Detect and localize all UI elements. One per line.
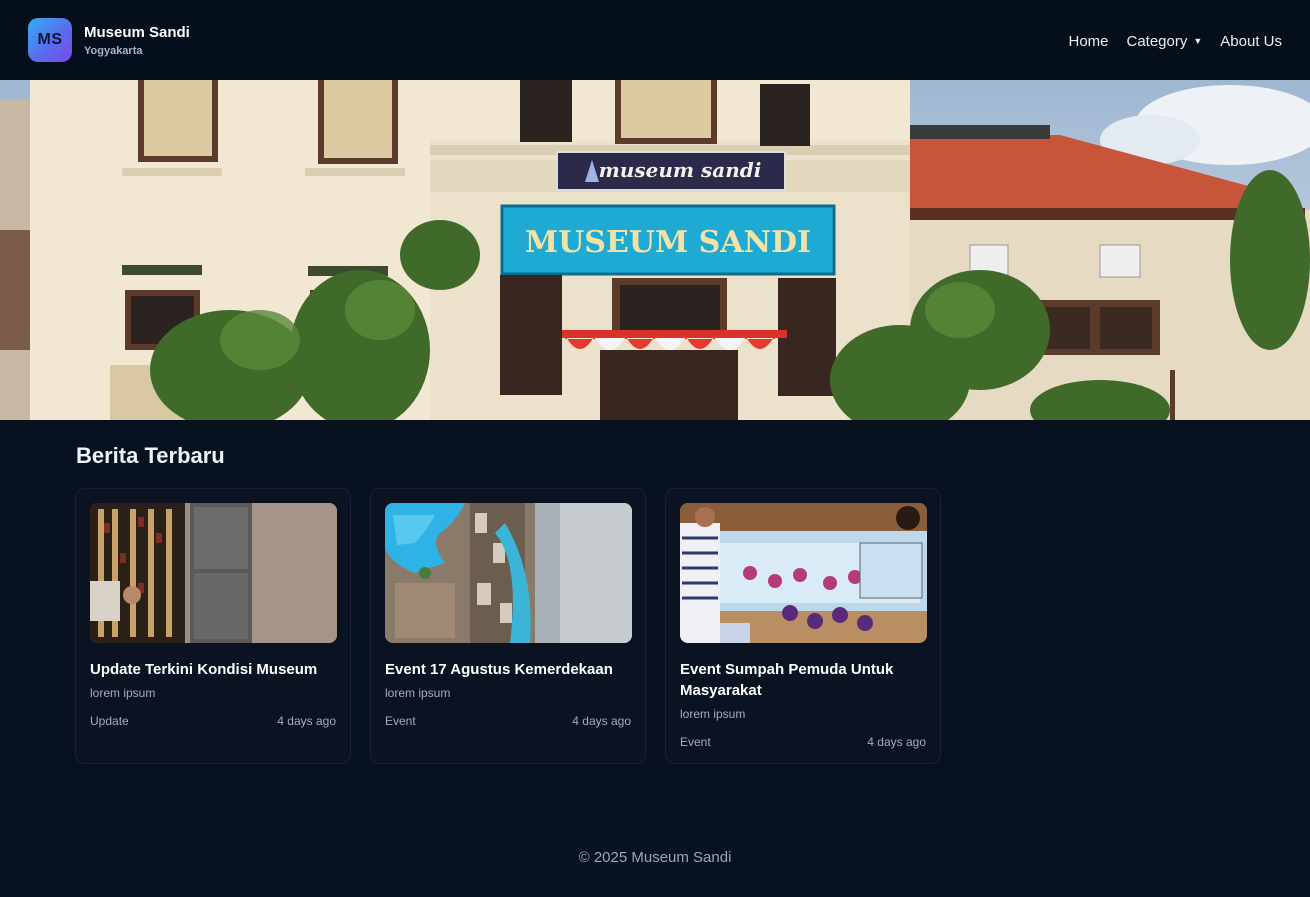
hero-image: museum sandi MUSEUM SANDI [0, 80, 1310, 420]
news-card[interactable]: Update Terkini Kondisi Museum lorem ipsu… [75, 488, 351, 764]
news-card-time: 4 days ago [572, 714, 631, 728]
news-card-category: Event [385, 714, 416, 728]
news-card-category: Update [90, 714, 129, 728]
news-thumbnail[interactable] [385, 503, 632, 643]
news-card-meta: Event 4 days ago [385, 714, 631, 728]
news-thumbnail[interactable] [680, 503, 927, 643]
museum-building-illustration: museum sandi MUSEUM SANDI [0, 80, 1310, 420]
news-card-description: lorem ipsum [680, 707, 746, 721]
nav-category-label: Category [1126, 32, 1188, 50]
news-card-category: Event [680, 735, 711, 749]
brand-text: Museum Sandi Yogyakarta [84, 24, 190, 57]
logo[interactable]: MS [28, 18, 72, 62]
brand[interactable]: MS Museum Sandi Yogyakarta [28, 18, 190, 62]
chevron-down-icon: ▼ [1193, 35, 1203, 46]
section-title: Berita Terbaru [76, 443, 225, 468]
news-card-meta: Event 4 days ago [680, 735, 926, 749]
news-card-title[interactable]: Update Terkini Kondisi Museum [90, 659, 336, 680]
news-card-description: lorem ipsum [385, 686, 451, 700]
news-card-title[interactable]: Event Sumpah Pemuda Untuk Masyarakat [680, 659, 926, 701]
sign-main-text: MUSEUM SANDI [525, 225, 811, 260]
news-card[interactable]: Event 17 Agustus Kemerdekaan lorem ipsum… [370, 488, 646, 764]
nav-category-dropdown[interactable]: Category ▼ [1127, 33, 1203, 50]
brand-title: Museum Sandi [84, 23, 190, 41]
brand-subtitle: Yogyakarta [84, 44, 143, 57]
news-card-time: 4 days ago [277, 714, 336, 728]
news-thumbnail[interactable] [90, 503, 337, 643]
footer-copyright: © 2025 Museum Sandi [578, 849, 732, 866]
sign-top-text: museum sandi [599, 158, 762, 182]
nav-about-link[interactable]: About Us [1220, 33, 1282, 50]
news-card-meta: Update 4 days ago [90, 714, 336, 728]
news-card[interactable]: Event Sumpah Pemuda Untuk Masyarakat lor… [665, 488, 941, 764]
news-card-time: 4 days ago [867, 735, 926, 749]
main-nav: Home Category ▼ About Us [1068, 31, 1282, 50]
navbar: MS Museum Sandi Yogyakarta Home Category… [0, 0, 1310, 80]
news-card-title[interactable]: Event 17 Agustus Kemerdekaan [385, 659, 631, 680]
news-card-description: lorem ipsum [90, 686, 156, 700]
nav-home-link[interactable]: Home [1068, 33, 1108, 50]
news-card-list: Update Terkini Kondisi Museum lorem ipsu… [75, 488, 941, 764]
